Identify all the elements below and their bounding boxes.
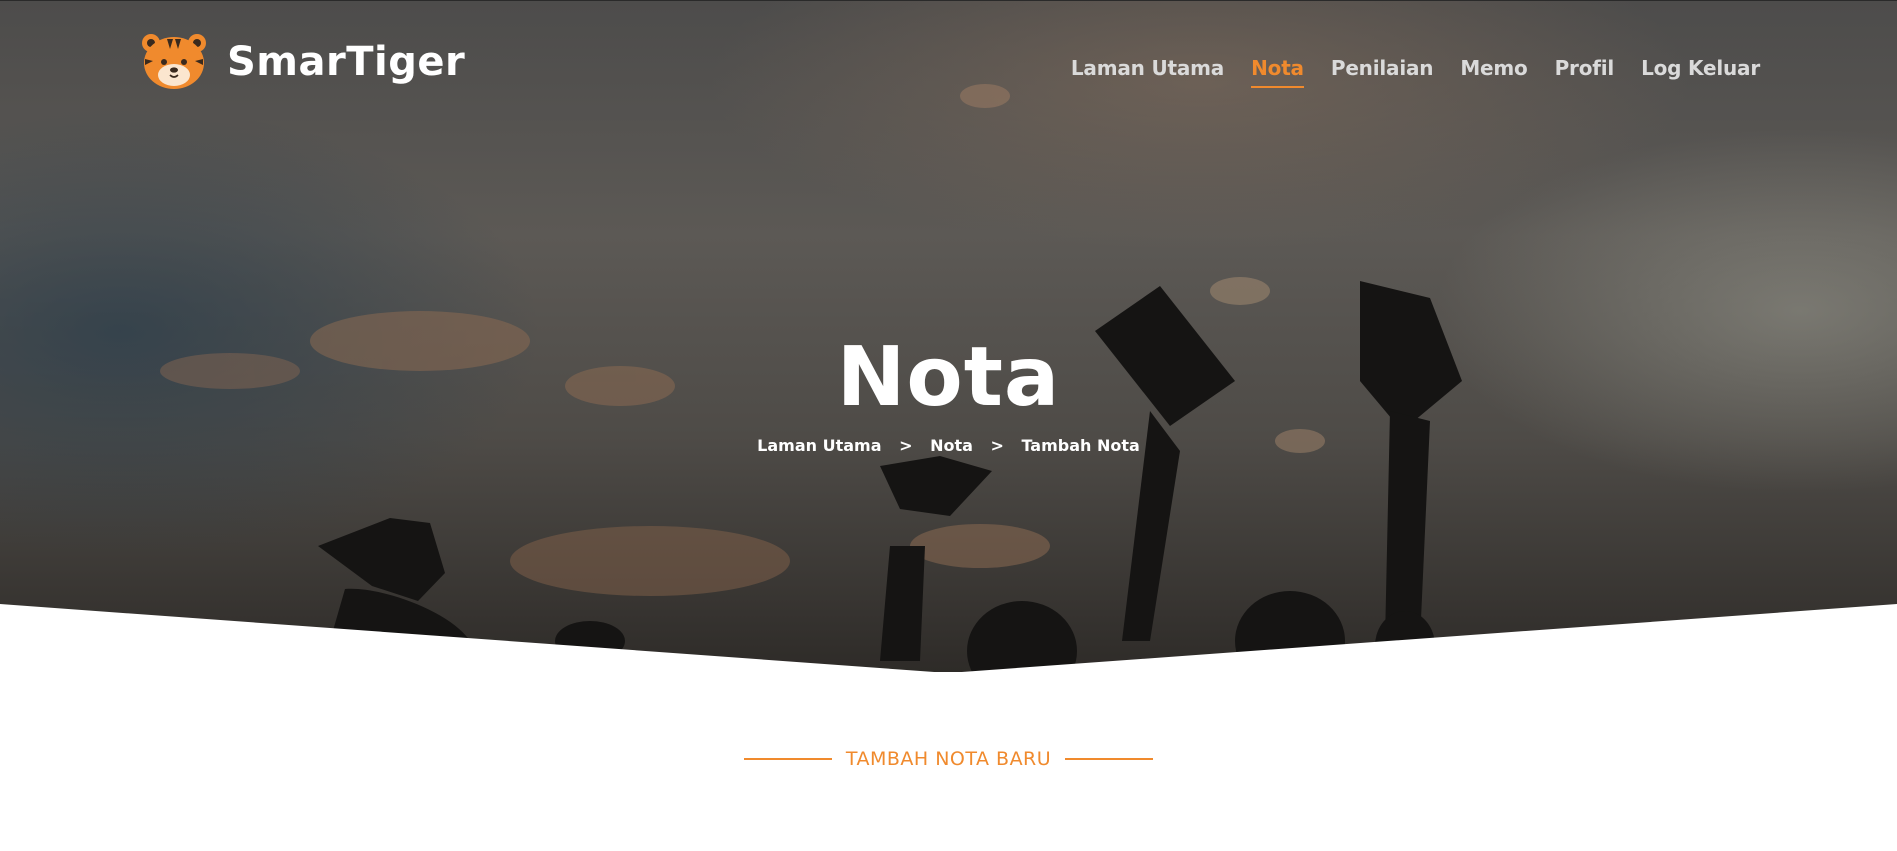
nav-item-penilaian[interactable]: Penilaian [1331, 56, 1434, 88]
tiger-logo-icon [142, 34, 206, 89]
nav-item-memo[interactable]: Memo [1460, 56, 1527, 88]
nav-item-laman-utama[interactable]: Laman Utama [1071, 56, 1224, 88]
brand-name: SmarTiger [227, 39, 466, 85]
breadcrumb-item-nota[interactable]: Nota [930, 436, 973, 455]
breadcrumb-item-current: Tambah Nota [1021, 436, 1140, 455]
page-title: Nota [836, 330, 1061, 425]
breadcrumb-item-home[interactable]: Laman Utama [757, 436, 881, 455]
heading-divider-left [743, 758, 832, 760]
section-heading: TAMBAH NOTA BARU [0, 748, 1897, 770]
site-header: SmarTiger Laman Utama Nota Penilaian Mem… [0, 0, 1897, 120]
nav-item-nota[interactable]: Nota [1251, 56, 1304, 88]
breadcrumb: Laman Utama > Nota > Tambah Nota [0, 436, 1897, 455]
breadcrumb-separator: > [990, 436, 1004, 455]
breadcrumb-separator: > [899, 436, 913, 455]
nav-item-log-keluar[interactable]: Log Keluar [1641, 56, 1760, 88]
section-title-text: TAMBAH NOTA BARU [845, 748, 1052, 770]
site-logo[interactable]: SmarTiger [139, 28, 465, 92]
main-nav: Laman Utama Nota Penilaian Memo Profil L… [1071, 56, 1760, 88]
heading-divider-right [1065, 758, 1154, 760]
nav-item-profil[interactable]: Profil [1555, 56, 1615, 88]
